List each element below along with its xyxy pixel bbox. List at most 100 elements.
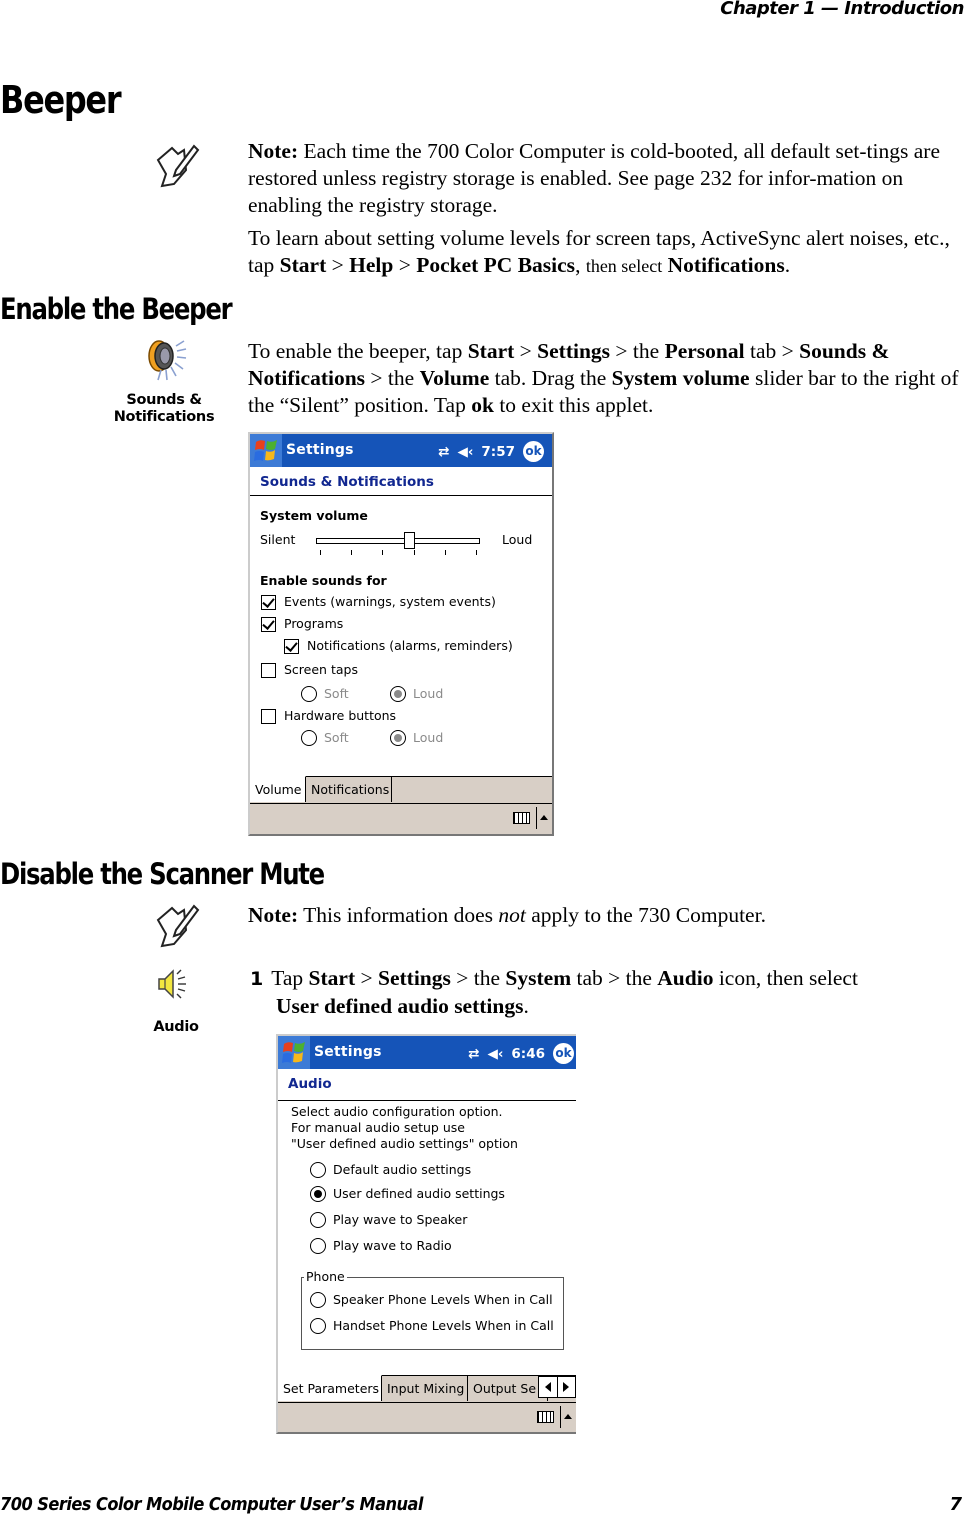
programs-checkbox[interactable]	[261, 617, 276, 632]
tab-scroll-arrows	[538, 1376, 576, 1398]
tab-strip: Set Parameters Input Mixing Output Se	[278, 1375, 576, 1402]
hardware-buttons-label: Hardware buttons	[284, 708, 397, 723]
clock[interactable]: 7:57	[481, 444, 515, 460]
screen-taps-soft-label: Soft	[324, 686, 349, 701]
description-line: For manual audio setup use	[291, 1120, 465, 1135]
menu-bar	[250, 803, 552, 834]
speaker-phone-label: Speaker Phone Levels When in Call	[333, 1292, 553, 1307]
note-pencil-icon	[156, 904, 200, 948]
user-defined-audio-label: User defined audio settings	[333, 1186, 505, 1201]
app-title: Audio	[288, 1076, 332, 1092]
notifications-label: Notifications (alarms, reminders)	[307, 638, 513, 653]
play-wave-radio-radio[interactable]	[310, 1238, 326, 1254]
running-header: Chapter 1 — Introduction	[720, 0, 964, 19]
slider-tick	[351, 550, 352, 555]
tab-volume[interactable]: Volume	[250, 776, 306, 802]
keyboard-icon[interactable]	[537, 1411, 554, 1423]
phone-group-label: Phone	[304, 1269, 347, 1284]
enable-beeper-para: To enable the beeper, tap Start > Settin…	[248, 339, 959, 417]
arrow-left-icon	[544, 1382, 551, 1392]
screen-taps-label: Screen taps	[284, 662, 358, 677]
volume-icon[interactable]: ◀‹	[487, 1046, 503, 1062]
sounds-icon-label: Sounds & Notifications	[113, 392, 215, 425]
tab-notifications[interactable]: Notifications	[306, 776, 392, 802]
default-audio-label: Default audio settings	[333, 1162, 472, 1177]
system-tray: ⇄ ◀‹ 6:46 ok	[468, 1043, 574, 1064]
section-title-beeper: Beeper	[0, 78, 122, 122]
window-title: Settings	[314, 1044, 382, 1060]
system-volume-label: System volume	[260, 508, 368, 523]
enable-sounds-label: Enable sounds for	[260, 573, 387, 588]
hardware-soft-radio[interactable]	[301, 730, 317, 746]
programs-label: Programs	[284, 616, 344, 631]
audio-settings-screen: Settings ⇄ ◀‹ 6:46 ok Audio Select audio…	[276, 1034, 576, 1434]
ok-button[interactable]: ok	[523, 441, 544, 462]
note-label: Note:	[248, 903, 299, 927]
beeper-para: To learn about setting volume levels for…	[248, 226, 950, 277]
tab-set-parameters[interactable]: Set Parameters	[278, 1375, 382, 1401]
arrow-right-icon	[563, 1382, 570, 1392]
step-number: 1	[250, 968, 264, 990]
windows-flag-icon	[282, 1042, 305, 1063]
tab-output-settings[interactable]: Output Se	[468, 1375, 548, 1401]
section-title-enable-beeper: Enable the Beeper	[0, 292, 233, 326]
window-title: Settings	[286, 442, 354, 458]
footer-manual-title: 700 Series Color Mobile Computer User’s …	[0, 1494, 423, 1515]
input-panel-arrow-icon[interactable]	[540, 815, 548, 820]
system-tray: ⇄ ◀‹ 7:57 ok	[438, 441, 544, 462]
connectivity-icon[interactable]: ⇄	[438, 444, 449, 460]
scroll-left-button[interactable]	[539, 1377, 558, 1397]
audio-icon-label: Audio	[153, 1019, 199, 1035]
hardware-loud-label: Loud	[413, 730, 444, 745]
tab-input-mixing[interactable]: Input Mixing	[382, 1375, 468, 1401]
slider-tick	[414, 550, 415, 555]
description-line: Select audio configuration option.	[291, 1104, 503, 1119]
slider-tick	[476, 550, 477, 555]
system-volume-slider[interactable]	[316, 532, 480, 560]
user-defined-audio-radio[interactable]	[310, 1186, 326, 1202]
handset-phone-label: Handset Phone Levels When in Call	[333, 1318, 554, 1333]
divider	[250, 495, 552, 496]
note-pencil-icon	[156, 144, 200, 188]
scanner-mute-note: Note: This information does not apply to…	[248, 903, 766, 927]
divider	[536, 807, 537, 829]
loud-label: Loud	[502, 532, 533, 547]
input-panel-arrow-icon[interactable]	[564, 1414, 572, 1419]
silent-label: Silent	[260, 532, 296, 547]
title-bar: Settings ⇄ ◀‹ 6:46 ok	[278, 1036, 576, 1069]
slider-track[interactable]	[316, 538, 480, 544]
keyboard-icon[interactable]	[513, 812, 530, 824]
tab-strip: Volume Notifications	[250, 776, 552, 803]
start-button[interactable]	[278, 1036, 310, 1069]
audio-speaker-icon	[158, 969, 186, 999]
screen-taps-loud-label: Loud	[413, 686, 444, 701]
hardware-soft-label: Soft	[324, 730, 349, 745]
hardware-buttons-checkbox[interactable]	[261, 709, 276, 724]
start-button[interactable]	[250, 434, 282, 467]
clock[interactable]: 6:46	[511, 1046, 545, 1062]
windows-flag-icon	[254, 440, 277, 461]
default-audio-radio[interactable]	[310, 1162, 326, 1178]
events-checkbox[interactable]	[261, 595, 276, 610]
slider-tick	[320, 550, 321, 555]
notifications-checkbox[interactable]	[284, 639, 299, 654]
title-bar: Settings ⇄ ◀‹ 7:57 ok	[250, 434, 552, 467]
slider-thumb[interactable]	[404, 532, 415, 549]
page-number: 7	[949, 1494, 962, 1515]
connectivity-icon[interactable]: ⇄	[468, 1046, 479, 1062]
screen-taps-soft-radio[interactable]	[301, 686, 317, 702]
screen-taps-loud-radio[interactable]	[390, 686, 406, 702]
phone-group	[301, 1277, 564, 1350]
screen-taps-checkbox[interactable]	[261, 663, 276, 678]
slider-ticks	[320, 550, 477, 556]
section-title-scanner-mute: Disable the Scanner Mute	[0, 857, 325, 891]
speaker-phone-radio[interactable]	[310, 1292, 326, 1308]
play-wave-speaker-radio[interactable]	[310, 1212, 326, 1228]
handset-phone-radio[interactable]	[310, 1318, 326, 1334]
hardware-loud-radio[interactable]	[390, 730, 406, 746]
ok-button[interactable]: ok	[553, 1043, 574, 1064]
speaker-sounds-icon	[148, 340, 187, 381]
scroll-right-button[interactable]	[558, 1377, 576, 1397]
volume-icon[interactable]: ◀‹	[457, 444, 473, 460]
slider-tick	[382, 550, 383, 555]
